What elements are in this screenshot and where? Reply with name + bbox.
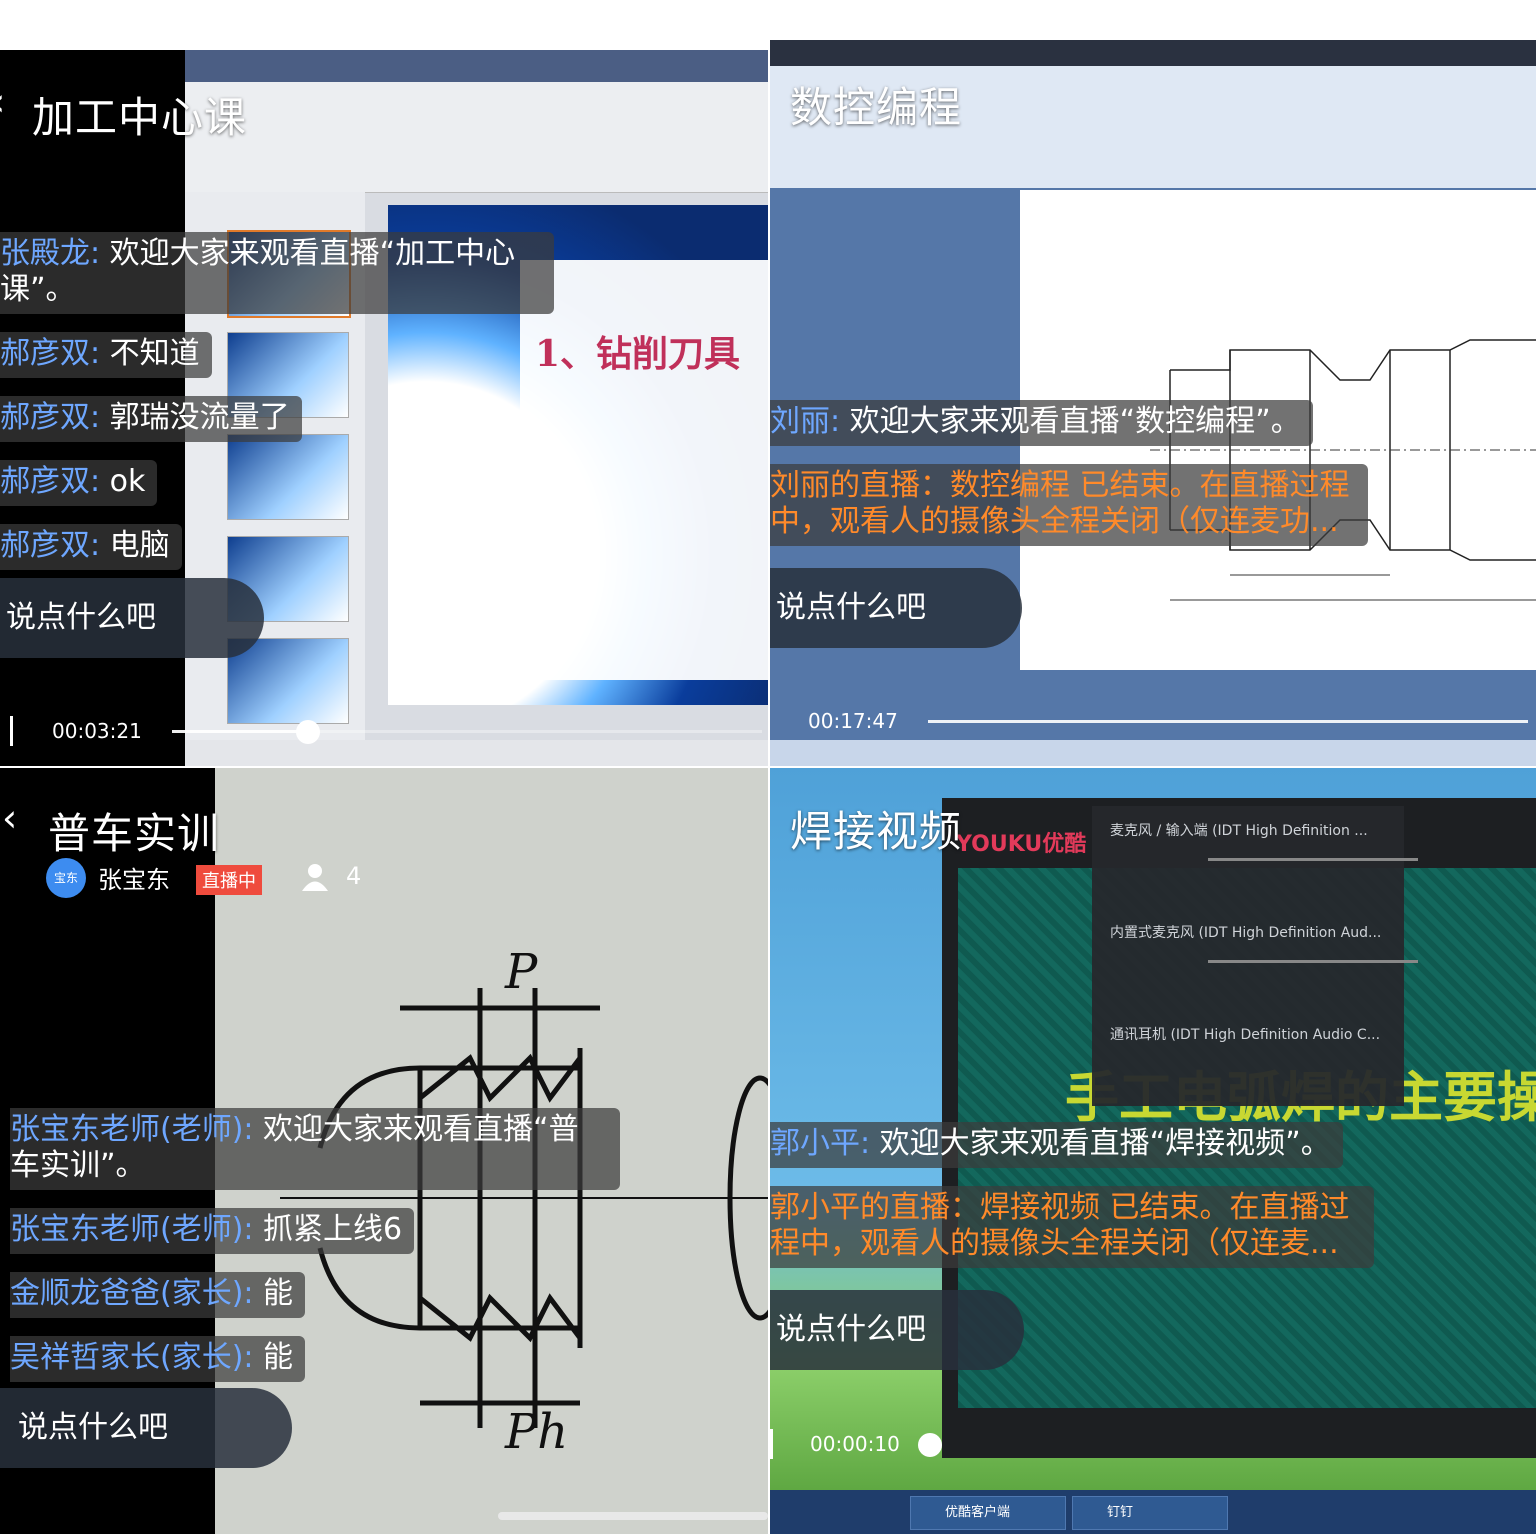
taskbar: 优酷客户端 钉钉 <box>770 1490 1536 1534</box>
chat-message: 郝彦双: ok <box>0 460 158 506</box>
chat-list: 张殿龙: 欢迎大家来观看直播“加工中心课”。 郝彦双: 不知道 郝彦双: 郭瑞没… <box>0 232 560 588</box>
live-badge: 直播中 <box>196 865 262 895</box>
chat-message: 吴祥哲家长(家长): 能 <box>10 1336 306 1382</box>
stream-title: 数控编程 <box>790 83 963 132</box>
playback-time: 00:00:10 <box>810 1432 900 1456</box>
stream-title: 普车实训 <box>48 809 221 858</box>
chat-message: 张殿龙: 欢迎大家来观看直播“加工中心课”。 <box>0 232 554 314</box>
back-button[interactable]: ‹ <box>2 796 17 840</box>
mic-device-item[interactable]: 内置式麦克风 (IDT High Definition Aud... <box>1110 922 1381 942</box>
avatar[interactable]: 宝东 <box>46 858 86 898</box>
chat-message: 张宝东老师(老师): 抓紧上线6 <box>10 1208 415 1254</box>
chat-username: 吴祥哲家长(家长): <box>10 1340 254 1375</box>
word-status-bar <box>770 740 1536 766</box>
chat-username: 郭小平: <box>770 1126 871 1161</box>
lead-label: Ph <box>504 1404 568 1448</box>
pause-icon[interactable] <box>10 716 13 746</box>
chat-message: 郝彦双: 不知道 <box>0 332 212 378</box>
playback-time: 00:03:21 <box>52 719 142 743</box>
slide-title: 1、钻削刀具 <box>535 333 741 375</box>
chat-input[interactable]: 说点什么吧 <box>770 568 1022 648</box>
stream-title: 加工中心课 <box>32 93 248 142</box>
chat-list: 刘丽: 欢迎大家来观看直播“数控编程”。 刘丽的直播：数控编程 已结束。在直播过… <box>770 400 1370 564</box>
chat-username: 刘丽: <box>770 404 841 439</box>
chat-text: 能 <box>253 1276 294 1311</box>
word-title-bar <box>770 40 1536 66</box>
taskbar-item[interactable]: 优酷客户端 <box>910 1496 1066 1530</box>
mic-device-item[interactable]: 麦克风 / 输入端 (IDT High Definition ... <box>1110 820 1368 840</box>
progress-knob[interactable] <box>918 1433 942 1457</box>
chat-text: 郭瑞没流量了 <box>100 400 290 435</box>
chat-text: 不知道 <box>100 336 200 371</box>
chat-list: 张宝东老师(老师): 欢迎大家来观看直播“普车实训”。 张宝东老师(老师): 抓… <box>10 1108 620 1400</box>
progress-knob[interactable] <box>295 720 320 744</box>
player-brand: YOUKU优酷 <box>956 832 1087 857</box>
chat-text: 欢迎大家来观看直播“数控编程”。 <box>840 404 1301 439</box>
chat-username: 张宝东老师(老师): <box>10 1112 254 1147</box>
anchor-name: 张宝东 <box>98 866 170 894</box>
chat-username: 张殿龙: <box>0 236 101 271</box>
chat-username: 张宝东老师(老师): <box>10 1212 254 1247</box>
live-panel-cnc: 数控编程 刘丽: 欢迎大家来观看直播“数控编程”。 刘丽的直播：数控编程 已结束… <box>770 40 1536 766</box>
system-message: 郭小平的直播：焊接视频 已结束。在直播过程中，观看人的摄像头全程关闭（仅连麦..… <box>770 1186 1374 1268</box>
progress-fill[interactable] <box>928 720 1528 723</box>
volume-slider[interactable] <box>1208 858 1418 861</box>
back-button[interactable]: ‹ <box>0 80 5 124</box>
chat-input[interactable]: 说点什么吧 <box>770 1290 1024 1370</box>
ppt-status-bar <box>185 740 768 766</box>
person-icon <box>302 864 328 891</box>
chat-username: 郝彦双: <box>0 336 101 371</box>
progress-fill <box>172 730 308 733</box>
playback-time: 00:17:47 <box>808 709 898 733</box>
pause-icon[interactable] <box>770 1429 773 1459</box>
chat-username: 郝彦双: <box>0 400 101 435</box>
volume-slider[interactable] <box>1208 960 1418 963</box>
chat-message: 刘丽: 欢迎大家来观看直播“数控编程”。 <box>770 400 1313 446</box>
chat-input[interactable]: 说点什么吧 <box>0 1388 292 1468</box>
stream-title: 焊接视频 <box>790 807 963 856</box>
chat-text: 电脑 <box>100 528 170 563</box>
viewer-count: 4 <box>346 862 362 890</box>
chat-text: 抓紧上线6 <box>253 1212 403 1247</box>
chat-username: 郝彦双: <box>0 528 101 563</box>
chat-message: 金顺龙爸爸(家长): 能 <box>10 1272 306 1318</box>
mic-device-item[interactable]: 通讯耳机 (IDT High Definition Audio C... <box>1110 1024 1380 1044</box>
ppt-tab-bar <box>185 50 768 82</box>
chat-list: 郭小平: 欢迎大家来观看直播“焊接视频”。 郭小平的直播：焊接视频 已结束。在直… <box>770 1122 1380 1286</box>
taskbar-item[interactable]: 钉钉 <box>1072 1496 1228 1530</box>
pitch-label: P <box>504 948 538 1000</box>
chat-message: 郭小平: 欢迎大家来观看直播“焊接视频”。 <box>770 1122 1343 1168</box>
live-panel-machining: 1、钻削刀具 ‹ 加工中心课 张殿龙: 欢迎大家来观看直播“加工中心课”。 郝彦… <box>0 50 768 766</box>
chat-username: 金顺龙爸爸(家长): <box>10 1276 254 1311</box>
mic-settings-popup: 麦克风 / 输入端 (IDT High Definition ... 内置式麦克… <box>1092 806 1418 1106</box>
home-indicator[interactable] <box>498 1512 768 1520</box>
system-message: 刘丽的直播：数控编程 已结束。在直播过程中，观看人的摄像头全程关闭（仅连麦功..… <box>770 464 1368 546</box>
chat-message: 郝彦双: 郭瑞没流量了 <box>0 396 302 442</box>
live-panel-lathe: P Ph ‹ 普车实训 宝东 张宝东 直播中 4 张宝东老师(老师): 欢迎大家… <box>0 768 768 1534</box>
chat-message: 张宝东老师(老师): 欢迎大家来观看直播“普车实训”。 <box>10 1108 620 1190</box>
ppt-ribbon <box>185 82 768 193</box>
chat-text: 欢迎大家来观看直播“焊接视频”。 <box>870 1126 1331 1161</box>
chat-text: 能 <box>253 1340 294 1375</box>
chat-input[interactable]: 说点什么吧 <box>0 578 264 658</box>
chat-username: 郝彦双: <box>0 464 101 499</box>
chat-message: 郝彦双: 电脑 <box>0 524 182 570</box>
chat-text: ok <box>100 464 146 499</box>
live-panel-welding: YOUKU优酷 手工电弧焊的主要操作技 麦克风 / 输入端 (IDT High … <box>770 768 1536 1534</box>
